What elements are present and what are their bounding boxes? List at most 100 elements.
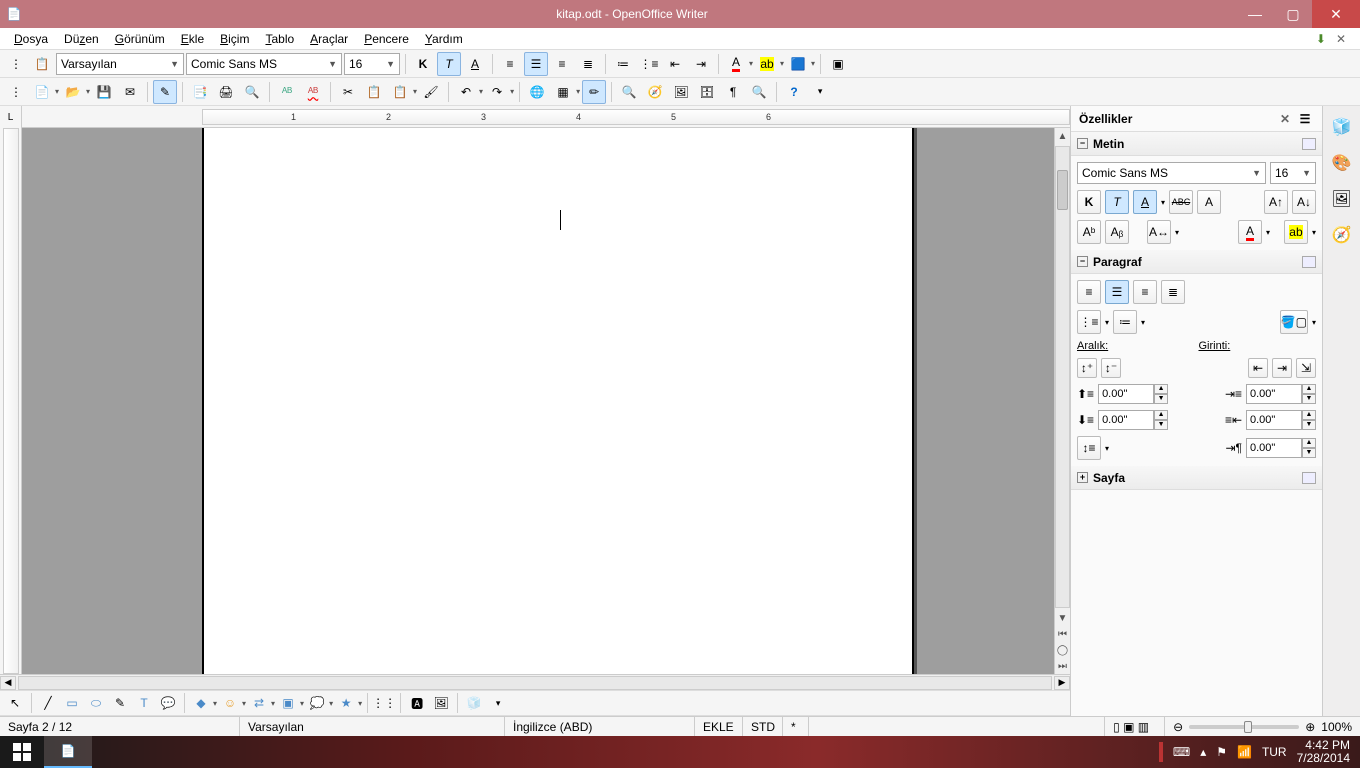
panel-italic-button[interactable]: T <box>1105 190 1129 214</box>
panel-align-right[interactable]: ≡ <box>1133 280 1157 304</box>
numbered-list-button[interactable]: ≔ <box>611 52 635 76</box>
email-button[interactable]: ✉ <box>118 80 142 104</box>
highlight-button[interactable]: ab <box>755 52 779 76</box>
cut-button[interactable]: ✂ <box>336 80 360 104</box>
close-button[interactable]: ✕ <box>1312 0 1360 28</box>
page-more-icon[interactable] <box>1302 472 1316 484</box>
menu-edit[interactable]: Düzen <box>56 30 107 48</box>
hyperlink-button[interactable]: 🌐 <box>525 80 549 104</box>
horizontal-ruler[interactable]: 1 2 3 4 5 6 <box>22 106 1070 128</box>
font-color-button[interactable]: A <box>724 52 748 76</box>
styles-icon[interactable]: 📋 <box>30 52 54 76</box>
panel-underline-button[interactable]: A <box>1133 190 1157 214</box>
superscript-button[interactable]: Aᵇ <box>1077 220 1101 244</box>
find-button[interactable]: 🔍 <box>617 80 641 104</box>
points-icon[interactable]: ⋮⋮ <box>373 692 395 714</box>
start-button[interactable] <box>0 736 44 768</box>
grip-icon[interactable]: ⋮ <box>4 52 28 76</box>
close-panel-icon[interactable]: ✕ <box>1280 112 1290 126</box>
tray-up-icon[interactable]: ▴ <box>1200 745 1206 759</box>
view-layout[interactable]: ▯ ▣ ▥ <box>1105 717 1165 736</box>
star-shapes-icon[interactable]: ★ <box>335 692 357 714</box>
linespacing-button[interactable]: ↕≡ <box>1077 436 1101 460</box>
hanging-indent-icon[interactable]: ⇲ <box>1296 358 1316 378</box>
panel-align-left[interactable]: ≡ <box>1077 280 1101 304</box>
prev-page-icon[interactable]: ⏮ <box>1055 626 1070 642</box>
arrow-shapes-icon[interactable]: ⇄ <box>248 692 270 714</box>
bgcolor-button[interactable]: 🟦 <box>786 52 810 76</box>
increase-font-icon[interactable]: A↑ <box>1264 190 1288 214</box>
toolbar-menu-icon[interactable]: ▾ <box>487 692 509 714</box>
spellcheck-button[interactable]: ᴬᴮ <box>275 80 299 104</box>
signature-status[interactable] <box>809 717 1105 736</box>
scroll-up-icon[interactable]: ▲ <box>1055 128 1070 144</box>
print-button[interactable]: 🖨 <box>214 80 238 104</box>
panel-numbering-button[interactable]: ≔ <box>1113 310 1137 334</box>
zoom-out-icon[interactable]: ⊖ <box>1173 720 1183 734</box>
firstline-input[interactable] <box>1246 438 1302 458</box>
help-button[interactable]: ? <box>782 80 806 104</box>
text-more-icon[interactable] <box>1302 138 1316 150</box>
toolbar-menu-icon[interactable]: ▾ <box>808 80 832 104</box>
style-select[interactable]: Varsayılan▼ <box>56 53 184 75</box>
nonprint-button[interactable]: ¶ <box>721 80 745 104</box>
menu-help[interactable]: Yardım <box>417 30 471 48</box>
taskbar-writer-icon[interactable]: 📄 <box>44 736 92 768</box>
vertical-ruler[interactable] <box>0 128 22 674</box>
gallery-tab-icon[interactable]: 🖼 <box>1327 184 1357 214</box>
draw-func-button[interactable]: ✏ <box>582 80 606 104</box>
panel-align-justify[interactable]: ≣ <box>1161 280 1185 304</box>
panel-fontcolor-button[interactable]: A <box>1238 220 1262 244</box>
panel-fontsize-select[interactable]: 16▼ <box>1270 162 1316 184</box>
clock[interactable]: 4:42 PM 7/28/2014 <box>1297 739 1350 765</box>
inc-indent-icon[interactable]: ⇥ <box>1272 358 1292 378</box>
datasource-button[interactable]: 🗄 <box>695 80 719 104</box>
zoom-button[interactable]: 🔍 <box>747 80 771 104</box>
insert-status[interactable]: EKLE <box>695 717 743 736</box>
gallery-button[interactable]: 🖼 <box>669 80 693 104</box>
panel-align-center[interactable]: ☰ <box>1105 280 1129 304</box>
select-tool-icon[interactable]: ↖ <box>4 692 26 714</box>
table-button[interactable]: ▦ <box>551 80 575 104</box>
collapse-para-icon[interactable]: − <box>1077 256 1088 267</box>
frame-button[interactable]: ▣ <box>826 52 850 76</box>
callout-tool-icon[interactable]: 💬 <box>157 692 179 714</box>
flowchart-icon[interactable]: ▣ <box>277 692 299 714</box>
indent-after-input[interactable] <box>1246 410 1302 430</box>
next-page-icon[interactable]: ⏭ <box>1055 658 1070 674</box>
format-paint-button[interactable]: 🖌 <box>419 80 443 104</box>
menu-file[interactable]: Dosya <box>6 30 56 48</box>
rect-tool-icon[interactable]: ▭ <box>61 692 83 714</box>
symbol-shapes-icon[interactable]: ☺ <box>219 692 241 714</box>
fontsize-select[interactable]: 16▼ <box>344 53 400 75</box>
spacing-below-input[interactable] <box>1098 410 1154 430</box>
properties-tab-icon[interactable]: 🧊 <box>1327 112 1357 142</box>
extrusion-icon[interactable]: 🧊 <box>463 692 485 714</box>
menu-table[interactable]: Tablo <box>257 30 302 48</box>
line-tool-icon[interactable]: ╱ <box>37 692 59 714</box>
panel-highlight-button[interactable]: ab <box>1284 220 1308 244</box>
save-button[interactable]: 💾 <box>92 80 116 104</box>
document-page[interactable] <box>202 128 914 674</box>
minimize-button[interactable]: — <box>1236 0 1274 28</box>
redo-button[interactable]: ↷ <box>485 80 509 104</box>
paste-button[interactable]: 📋 <box>388 80 412 104</box>
menu-window[interactable]: Pencere <box>356 30 417 48</box>
dec-spacing-icon[interactable]: ↕⁻ <box>1101 358 1121 378</box>
navigator-button[interactable]: 🧭 <box>643 80 667 104</box>
zoom-in-icon[interactable]: ⊕ <box>1305 720 1315 734</box>
grip-icon[interactable]: ⋮ <box>4 80 28 104</box>
freeform-tool-icon[interactable]: ✎ <box>109 692 131 714</box>
italic-button[interactable]: T <box>437 52 461 76</box>
spacing-above-input[interactable] <box>1098 384 1154 404</box>
page-status[interactable]: Sayfa 2 / 12 <box>0 717 240 736</box>
align-center-button[interactable]: ☰ <box>524 52 548 76</box>
close-doc-icon[interactable]: ✕ <box>1336 32 1346 46</box>
flag-icon[interactable]: ⚑ <box>1216 745 1227 759</box>
menu-insert[interactable]: Ekle <box>173 30 212 48</box>
char-spacing-button[interactable]: A↔ <box>1147 220 1171 244</box>
preview-button[interactable]: 🔍 <box>240 80 264 104</box>
navigator-tab-icon[interactable]: 🧭 <box>1327 220 1357 250</box>
nav-icon[interactable]: ◯ <box>1055 642 1070 658</box>
undo-button[interactable]: ↶ <box>454 80 478 104</box>
